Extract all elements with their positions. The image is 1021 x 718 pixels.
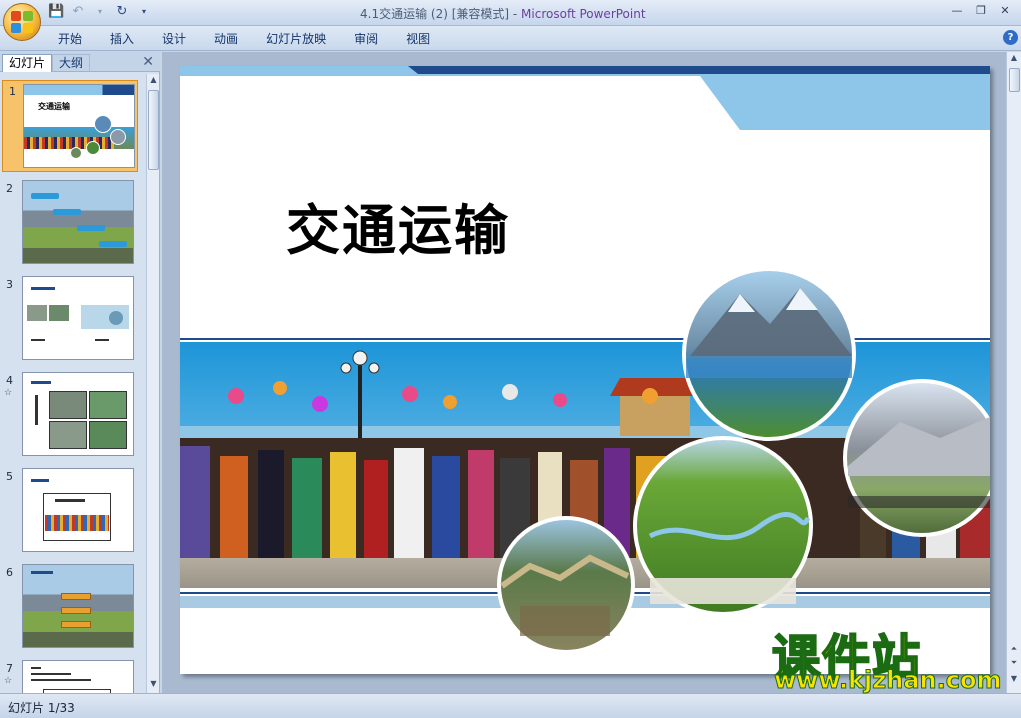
pane-tabs: 幻灯片 大纲 ✕ (0, 52, 160, 72)
thumbnail-row[interactable]: 6 (0, 562, 146, 650)
office-logo-icon (11, 11, 33, 33)
thumbnail-number: 7 (6, 662, 13, 675)
slide-thumbnail[interactable] (22, 276, 134, 360)
office-button[interactable] (3, 3, 41, 41)
thumbnail-number: 6 (6, 566, 13, 579)
scrollbar-thumb[interactable] (148, 90, 159, 170)
slide-thumbnail[interactable] (22, 468, 134, 552)
thumbnail-scrollbar[interactable]: ▲ ▼ (146, 74, 159, 693)
tab-review[interactable]: 审阅 (342, 31, 390, 47)
scrollbar-thumb[interactable] (1009, 68, 1020, 92)
thumbnail-row[interactable]: 4 ☆ (0, 370, 146, 458)
slides-pane: 幻灯片 大纲 ✕ 1 交通运输 2 3 4 ☆ 5 6 7 ☆ ▲ ▼ (0, 52, 160, 693)
tab-insert[interactable]: 插入 (98, 31, 146, 47)
save-icon[interactable]: 💾 (48, 4, 64, 20)
undo-icon[interactable]: ↶ (70, 4, 86, 20)
thumbnail-number: 5 (6, 470, 13, 483)
scroll-down-icon[interactable]: ▼ (147, 679, 160, 692)
tab-view[interactable]: 视图 (394, 31, 442, 47)
thumbnail-number: 4 (6, 374, 13, 387)
tab-design[interactable]: 设计 (150, 31, 198, 47)
thumbnail-row[interactable]: 2 (0, 178, 146, 266)
slide-counter: 幻灯片 1/33 (8, 701, 75, 715)
restore-icon[interactable]: ❐ (971, 2, 991, 20)
watermark-url: www.kjzhan.com (773, 666, 1002, 695)
slide-thumbnail[interactable] (22, 660, 134, 693)
thumbnail-list: 1 交通运输 2 3 4 ☆ 5 6 7 ☆ (0, 74, 146, 693)
thumbnail-number: 3 (6, 278, 13, 291)
thumbnail-row[interactable]: 3 (0, 274, 146, 362)
quick-access-toolbar: 💾 ↶ ▾ ↻ ▾ (48, 4, 152, 20)
ribbon: 开始 插入 设计 动画 幻灯片放映 审阅 视图 ? (0, 26, 1021, 51)
watermark-logo: 课件站 www.kjzhan.com (768, 618, 1004, 696)
close-icon[interactable]: ✕ (995, 2, 1015, 20)
window-title: 4.1交通运输 (2) [兼容模式] - Microsoft PowerPoin… (360, 5, 646, 22)
redo-icon[interactable]: ↻ (114, 4, 130, 20)
editor-scrollbar[interactable]: ▲ ⏶ ⏷ ▼ (1006, 52, 1021, 693)
animation-icon: ☆ (4, 676, 13, 686)
tab-home[interactable]: 开始 (46, 31, 94, 47)
window-title-app: Microsoft PowerPoint (521, 7, 646, 21)
slide-artwork (180, 66, 990, 654)
ribbon-tabs: 开始 插入 设计 动画 幻灯片放映 审阅 视图 (46, 31, 446, 47)
help-icon[interactable]: ? (1003, 30, 1018, 45)
thumbnail-row[interactable]: 7 ☆ (0, 658, 146, 693)
slide-thumbnail[interactable] (22, 372, 134, 456)
close-icon[interactable]: ✕ (142, 54, 154, 70)
slide-title[interactable]: 交通运输 (286, 186, 510, 265)
dropdown-icon[interactable]: ▾ (92, 4, 108, 20)
tab-outline[interactable]: 大纲 (52, 54, 91, 72)
prev-slide-icon[interactable]: ⏶ (1007, 644, 1021, 657)
status-bar: 幻灯片 1/33 (0, 693, 1021, 718)
tab-animations[interactable]: 动画 (202, 31, 250, 47)
animation-icon: ☆ (4, 388, 13, 398)
slide-thumbnail[interactable] (22, 564, 134, 648)
thumbnail-title: 交通运输 (38, 102, 70, 111)
window-title-file: 4.1交通运输 (2) [兼容模式] (360, 7, 510, 21)
slide-canvas[interactable]: 交通运输 (180, 66, 990, 674)
thumbnail-row[interactable]: 5 (0, 466, 146, 554)
tab-slides[interactable]: 幻灯片 (2, 54, 53, 72)
slide-thumbnail[interactable]: 交通运输 (23, 84, 135, 168)
tab-slideshow[interactable]: 幻灯片放映 (254, 31, 338, 47)
thumbnail-row[interactable]: 1 交通运输 (2, 80, 138, 172)
scroll-up-icon[interactable]: ▲ (147, 75, 160, 88)
window-controls: — ❐ ✕ (947, 2, 1015, 20)
window-title-separator: - (509, 7, 522, 21)
customize-icon[interactable]: ▾ (136, 4, 152, 20)
minimize-icon[interactable]: — (947, 2, 967, 20)
thumbnail-number: 2 (6, 182, 13, 195)
thumbnail-number: 1 (9, 85, 16, 98)
scroll-up-icon[interactable]: ▲ (1007, 53, 1021, 66)
scroll-down-icon[interactable]: ▼ (1007, 674, 1021, 687)
title-bar: 💾 ↶ ▾ ↻ ▾ 4.1交通运输 (2) [兼容模式] - Microsoft… (0, 0, 1021, 26)
slide-thumbnail[interactable] (22, 180, 134, 264)
slide-editor: 交通运输 (162, 52, 1006, 693)
next-slide-icon[interactable]: ⏷ (1007, 658, 1021, 671)
